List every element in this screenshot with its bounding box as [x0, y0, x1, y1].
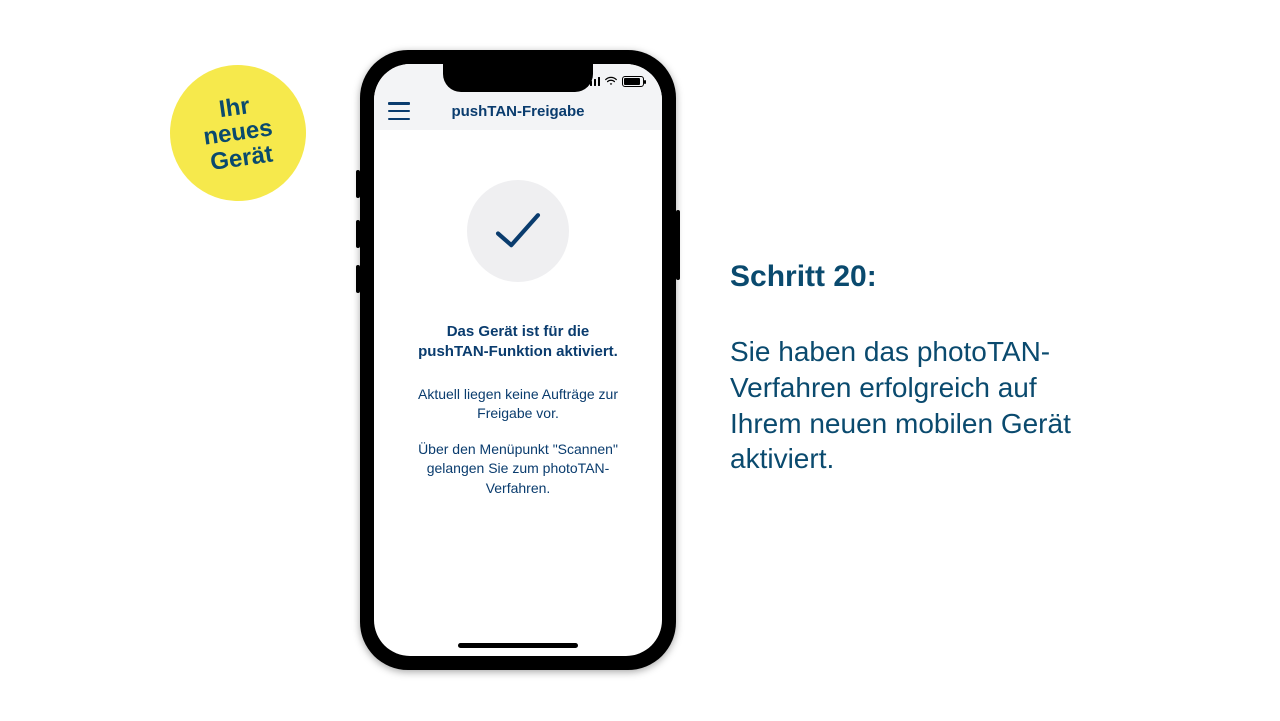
home-indicator: [458, 643, 578, 648]
checkmark-circle: [467, 180, 569, 282]
check-icon: [493, 210, 543, 252]
headline-line: Das Gerät ist für die: [447, 323, 590, 340]
phone-mockup: pushTAN-Freigabe Das Gerät ist für die p…: [360, 50, 676, 670]
step-title: Schritt 20:: [730, 260, 1110, 294]
badge-text: Ihr neues Gerät: [198, 91, 277, 175]
body-line: Über den Menüpunkt "Scannen": [418, 441, 618, 457]
no-orders-text: Aktuell liegen keine Aufträge zur Freiga…: [396, 385, 640, 424]
instruction-panel: Schritt 20: Sie haben das photoTAN-Verfa…: [730, 260, 1110, 477]
body-line: gelangen Sie zum photoTAN-Verfahren.: [427, 460, 610, 496]
body-line: Freigabe vor.: [477, 405, 559, 421]
activation-headline: Das Gerät ist für die pushTAN-Funktion a…: [396, 322, 640, 363]
tutorial-slide: Ihr neues Gerät pushTAN-Freigabe: [0, 0, 1280, 721]
phone-notch: [443, 64, 593, 92]
battery-icon: [622, 76, 644, 87]
phone-screen: pushTAN-Freigabe Das Gerät ist für die p…: [374, 64, 662, 656]
scan-hint-text: Über den Menüpunkt "Scannen" gelangen Si…: [396, 440, 640, 499]
wifi-icon: [604, 76, 618, 86]
screen-content: Das Gerät ist für die pushTAN-Funktion a…: [374, 130, 662, 656]
appbar-title: pushTAN-Freigabe: [388, 103, 648, 120]
headline-line: pushTAN-Funktion aktiviert.: [418, 343, 618, 360]
step-body: Sie haben das photoTAN-Verfahren erfolgr…: [730, 334, 1110, 477]
body-line: Aktuell liegen keine Aufträge zur: [418, 386, 618, 402]
new-device-badge: Ihr neues Gerät: [161, 56, 315, 210]
